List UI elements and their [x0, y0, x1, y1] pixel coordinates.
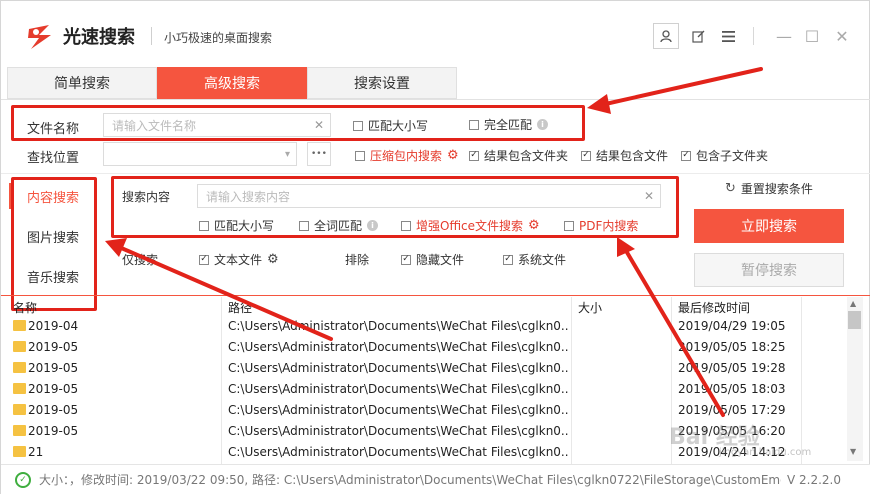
annotation-arrow-nav [117, 245, 333, 341]
annotation-arrow-filename [599, 67, 763, 107]
annotation-arrows [105, 67, 763, 417]
annotation-arrowhead [587, 94, 611, 114]
annotation-arrow-content [623, 247, 725, 417]
app-window: 光速搜索 小巧极速的桌面搜索 — ☐ ✕ 简单搜索 高级搜索 搜索设置 文件名称… [0, 0, 870, 494]
